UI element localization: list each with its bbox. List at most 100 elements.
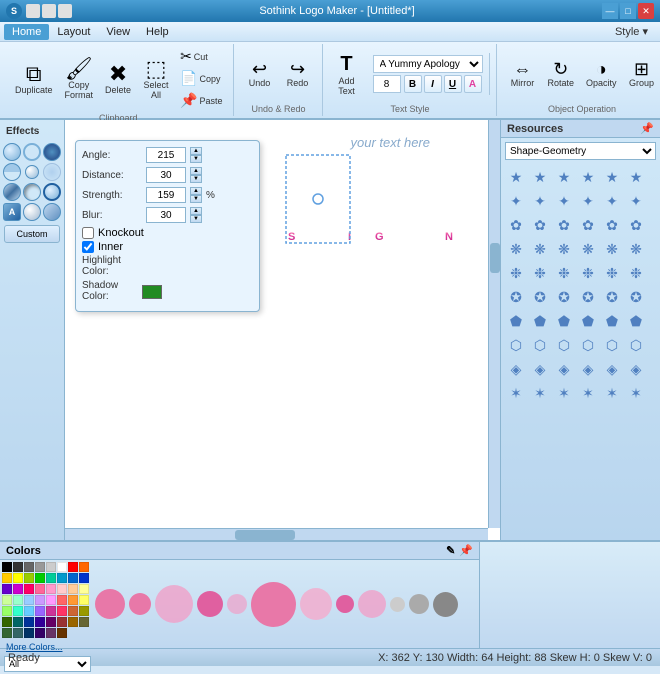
color-text-button[interactable]: A: [464, 75, 482, 93]
menu-home[interactable]: Home: [4, 24, 49, 40]
cut-button[interactable]: ✂ Cut: [176, 46, 226, 67]
quick-open[interactable]: [42, 4, 56, 18]
group-button[interactable]: ⊞ Group: [624, 57, 660, 91]
shadow-color-swatch[interactable]: [142, 285, 162, 299]
shape-item[interactable]: ⬟: [505, 310, 527, 332]
color-circle[interactable]: [409, 594, 429, 614]
shape-item[interactable]: ★: [577, 166, 599, 188]
shape-item[interactable]: ✪: [601, 286, 623, 308]
effect-b[interactable]: [23, 203, 41, 221]
shape-item[interactable]: ⬡: [553, 334, 575, 356]
quick-undo[interactable]: [58, 4, 72, 18]
shape-item[interactable]: ❋: [625, 238, 647, 260]
effect-circle-3[interactable]: [43, 143, 61, 161]
blur-down[interactable]: ▼: [190, 215, 202, 223]
shape-item[interactable]: ⬡: [529, 334, 551, 356]
shape-item[interactable]: ✦: [601, 190, 623, 212]
shape-item[interactable]: ◈: [577, 358, 599, 380]
shape-item[interactable]: ✪: [529, 286, 551, 308]
shape-item[interactable]: ❋: [553, 238, 575, 260]
color-cell[interactable]: [57, 584, 67, 594]
shape-item[interactable]: ⬡: [601, 334, 623, 356]
color-cell[interactable]: [13, 573, 23, 583]
color-cell[interactable]: [57, 617, 67, 627]
color-cell[interactable]: [68, 606, 78, 616]
inner-checkbox[interactable]: [82, 241, 94, 253]
shape-item[interactable]: ❋: [577, 238, 599, 260]
color-cell[interactable]: [68, 584, 78, 594]
effect-c[interactable]: [43, 203, 61, 221]
color-cell[interactable]: [2, 562, 12, 572]
shape-item[interactable]: ✦: [625, 190, 647, 212]
color-cell[interactable]: [57, 595, 67, 605]
shape-item[interactable]: ❉: [601, 262, 623, 284]
color-cell[interactable]: [35, 628, 45, 638]
shape-item[interactable]: ✶: [625, 382, 647, 404]
color-circle[interactable]: [358, 590, 386, 618]
shape-item[interactable]: ★: [601, 166, 623, 188]
color-cell[interactable]: [68, 562, 78, 572]
shape-item[interactable]: ✿: [529, 214, 551, 236]
copy-button[interactable]: 📄 Copy: [176, 68, 226, 89]
color-cell[interactable]: [2, 573, 12, 583]
color-cell[interactable]: [79, 595, 89, 605]
knockout-checkbox[interactable]: [82, 227, 94, 239]
shape-item[interactable]: ★: [553, 166, 575, 188]
color-cell[interactable]: [35, 617, 45, 627]
shape-item[interactable]: ❋: [529, 238, 551, 260]
color-circle[interactable]: [95, 589, 125, 619]
color-cell[interactable]: [24, 562, 34, 572]
shape-item[interactable]: ◈: [553, 358, 575, 380]
undo-button[interactable]: ↩ Undo: [242, 57, 278, 91]
shape-item[interactable]: ◈: [625, 358, 647, 380]
color-cell[interactable]: [79, 573, 89, 583]
bold-button[interactable]: B: [404, 75, 422, 93]
shape-item[interactable]: ★: [505, 166, 527, 188]
quick-save[interactable]: [26, 4, 40, 18]
shape-item[interactable]: ✿: [577, 214, 599, 236]
resources-dropdown[interactable]: Shape-Geometry: [505, 142, 656, 160]
color-cell[interactable]: [2, 584, 12, 594]
shape-item[interactable]: ❉: [505, 262, 527, 284]
shape-item[interactable]: ✪: [625, 286, 647, 308]
shape-item[interactable]: ✿: [505, 214, 527, 236]
vertical-scrollbar[interactable]: [488, 120, 500, 528]
close-button[interactable]: ✕: [638, 3, 654, 19]
color-cell[interactable]: [35, 562, 45, 572]
effect-blur[interactable]: [43, 163, 61, 181]
shape-item[interactable]: ✶: [601, 382, 623, 404]
effect-circle-4[interactable]: [25, 165, 39, 179]
color-circle[interactable]: [433, 592, 458, 617]
color-cell[interactable]: [46, 617, 56, 627]
distance-input[interactable]: [146, 167, 186, 183]
effect-circle-1[interactable]: [3, 143, 21, 161]
shape-item[interactable]: ✦: [505, 190, 527, 212]
effect-inner[interactable]: [23, 183, 41, 201]
shape-item[interactable]: ✿: [625, 214, 647, 236]
color-cell[interactable]: [2, 606, 12, 616]
color-cell[interactable]: [13, 595, 23, 605]
shape-item[interactable]: ✶: [505, 382, 527, 404]
color-cell[interactable]: [35, 573, 45, 583]
shape-item[interactable]: ◈: [505, 358, 527, 380]
paste-button[interactable]: 📌 Paste: [176, 90, 226, 111]
shape-item[interactable]: ⬡: [577, 334, 599, 356]
color-cell[interactable]: [46, 606, 56, 616]
shape-item[interactable]: ❋: [505, 238, 527, 260]
shape-item[interactable]: ✪: [505, 286, 527, 308]
color-circle[interactable]: [155, 585, 193, 623]
color-cell[interactable]: [79, 584, 89, 594]
angle-up[interactable]: ▲: [190, 147, 202, 155]
color-circle[interactable]: [227, 594, 247, 614]
color-cell[interactable]: [46, 562, 56, 572]
horizontal-scrollbar[interactable]: [65, 528, 488, 540]
color-cell[interactable]: [24, 628, 34, 638]
color-cell[interactable]: [13, 628, 23, 638]
color-cell[interactable]: [24, 617, 34, 627]
maximize-button[interactable]: □: [620, 3, 636, 19]
shape-item[interactable]: ✶: [529, 382, 551, 404]
menu-help[interactable]: Help: [138, 24, 177, 40]
resources-pin[interactable]: 📌: [640, 122, 654, 135]
shape-item[interactable]: ❉: [529, 262, 551, 284]
color-cell[interactable]: [35, 595, 45, 605]
